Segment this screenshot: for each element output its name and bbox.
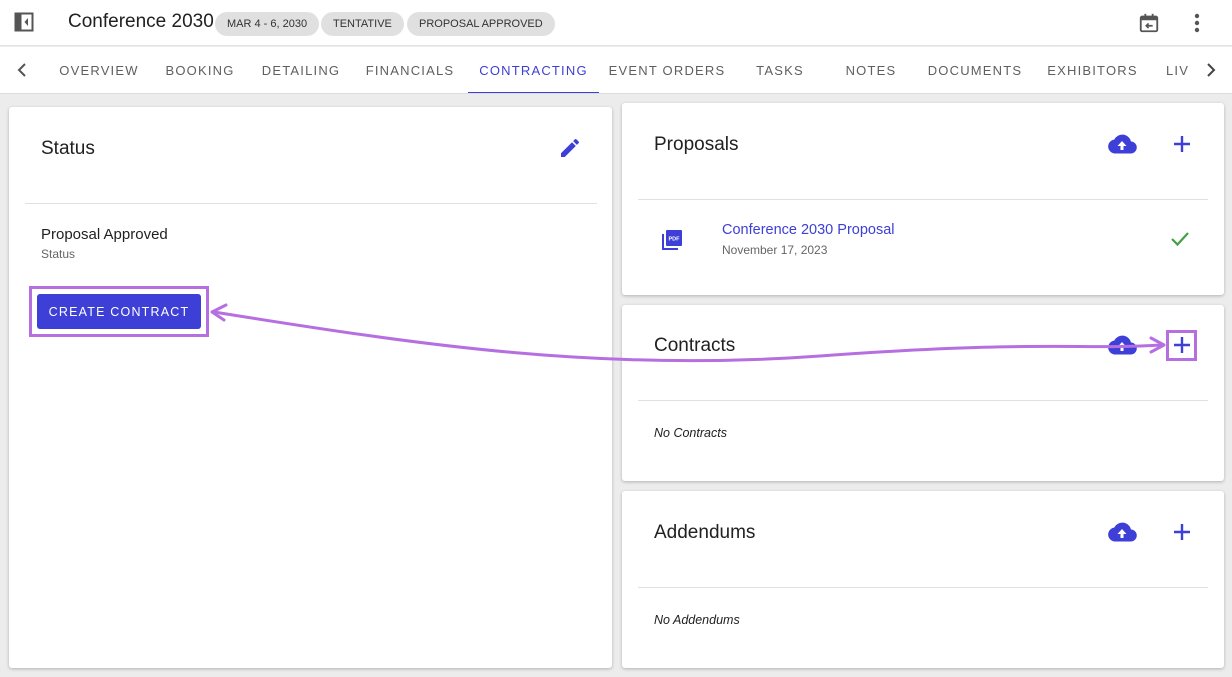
addendums-empty-text: No Addendums [654,613,740,627]
more-vert-icon[interactable] [1184,10,1210,36]
calendar-icon[interactable] [1136,10,1162,36]
tab-live[interactable]: LIV [1152,47,1190,93]
cloud-upload-icon[interactable] [1106,516,1138,548]
tab-booking[interactable]: BOOKING [152,47,248,93]
proposals-divider [638,199,1208,200]
app-header: Conference 2030 MAR 4 - 6, 2030 TENTATIV… [0,0,1232,46]
proposals-card-title: Proposals [654,134,739,155]
cloud-upload-icon[interactable] [1106,329,1138,361]
status-label: Status [41,247,76,261]
add-addendum-icon[interactable] [1166,516,1198,548]
tab-event-orders[interactable]: EVENT ORDERS [601,47,733,93]
contracts-card-title: Contracts [654,335,736,356]
tab-detailing[interactable]: DETAILING [250,47,352,93]
tab-overview[interactable]: OVERVIEW [48,47,150,93]
tab-exhibitors[interactable]: EXHIBITORS [1035,47,1150,93]
tab-notes[interactable]: NOTES [827,47,915,93]
date-chip: MAR 4 - 6, 2030 [215,12,320,36]
pdf-file-icon: PDF [660,228,684,252]
create-contract-button[interactable]: CREATE CONTRACT [37,294,201,329]
status-card [9,107,612,668]
status-chip-tentative: TENTATIVE [321,12,404,36]
cloud-upload-icon[interactable] [1106,128,1138,160]
addendums-card-title: Addendums [654,522,756,543]
contracts-divider [638,400,1208,401]
tab-contracting[interactable]: CONTRACTING [468,47,599,93]
status-divider [25,203,597,204]
addendums-divider [638,587,1208,588]
edit-icon[interactable] [554,132,586,164]
svg-text:PDF: PDF [669,237,681,243]
proposal-link[interactable]: Conference 2030 Proposal [722,222,895,238]
tab-scroll-right-icon[interactable] [1200,59,1222,81]
check-icon [1170,230,1190,248]
add-contract-icon[interactable] [1166,329,1198,361]
page-title: Conference 2030 [68,11,214,32]
sidebar-toggle-icon[interactable] [14,12,34,32]
tab-documents[interactable]: DOCUMENTS [917,47,1033,93]
tab-bar: OVERVIEW BOOKING DETAILING FINANCIALS CO… [0,47,1232,94]
status-value: Proposal Approved [41,226,168,243]
proposal-date: November 17, 2023 [722,243,828,257]
tab-tasks[interactable]: TASKS [735,47,825,93]
tab-financials[interactable]: FINANCIALS [354,47,466,93]
contracts-empty-text: No Contracts [654,426,727,440]
status-card-title: Status [41,138,95,159]
tab-scroll-left-icon[interactable] [11,59,33,81]
status-chip-proposal-approved: PROPOSAL APPROVED [407,12,555,36]
add-proposal-icon[interactable] [1166,128,1198,160]
